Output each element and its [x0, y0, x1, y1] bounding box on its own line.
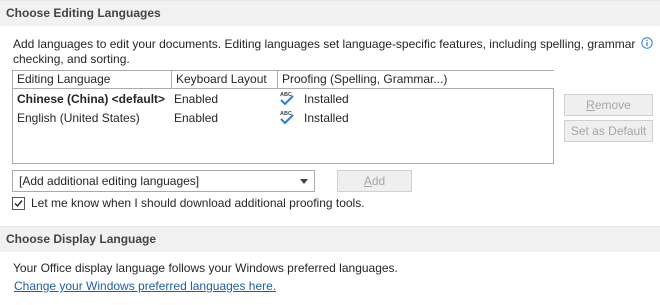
svg-text:ABC: ABC: [280, 92, 292, 98]
editing-languages-table: Editing Language Keyboard Layout Proofin…: [12, 70, 554, 164]
set-as-default-button[interactable]: Set as Default: [564, 120, 653, 142]
column-header-keyboard-layout[interactable]: Keyboard Layout: [171, 71, 278, 89]
table-row[interactable]: English (United States) Enabled ABC Inst…: [13, 109, 553, 128]
language-name: English (United States): [17, 111, 140, 125]
column-header-proofing[interactable]: Proofing (Spelling, Grammar...): [277, 71, 554, 89]
keyboard-status: Enabled: [174, 92, 219, 106]
remove-button[interactable]: Remove: [564, 94, 653, 116]
svg-text:ABC: ABC: [280, 111, 292, 117]
checkmark-icon: [14, 200, 23, 208]
change-preferred-languages-link[interactable]: Change your Windows preferred languages …: [14, 279, 276, 294]
display-language-description: Your Office display language follows you…: [13, 261, 398, 275]
info-icon[interactable]: [641, 37, 653, 49]
proofing-status: Installed: [304, 92, 349, 106]
keyboard-status: Enabled: [174, 111, 219, 125]
chevron-down-icon[interactable]: [300, 179, 308, 184]
abc-check-icon: ABC: [279, 90, 295, 108]
abc-check-icon: ABC: [279, 109, 295, 127]
add-language-dropdown[interactable]: [Add additional editing languages]: [12, 170, 315, 192]
display-language-header: Choose Display Language: [0, 226, 660, 252]
editing-languages-description: Add languages to edit your documents. Ed…: [13, 37, 636, 66]
add-button[interactable]: Add: [337, 170, 412, 192]
table-row[interactable]: Chinese (China) <default> Enabled ABC In…: [13, 90, 553, 109]
column-header-editing-language[interactable]: Editing Language: [13, 71, 172, 89]
proofing-status: Installed: [304, 111, 349, 125]
editing-languages-header: Choose Editing Languages: [0, 0, 660, 26]
language-name: Chinese (China) <default>: [17, 92, 166, 106]
dropdown-value: [Add additional editing languages]: [19, 174, 200, 188]
proofing-tools-checkbox[interactable]: [12, 197, 25, 210]
proofing-tools-checkbox-label[interactable]: Let me know when I should download addit…: [31, 196, 365, 211]
